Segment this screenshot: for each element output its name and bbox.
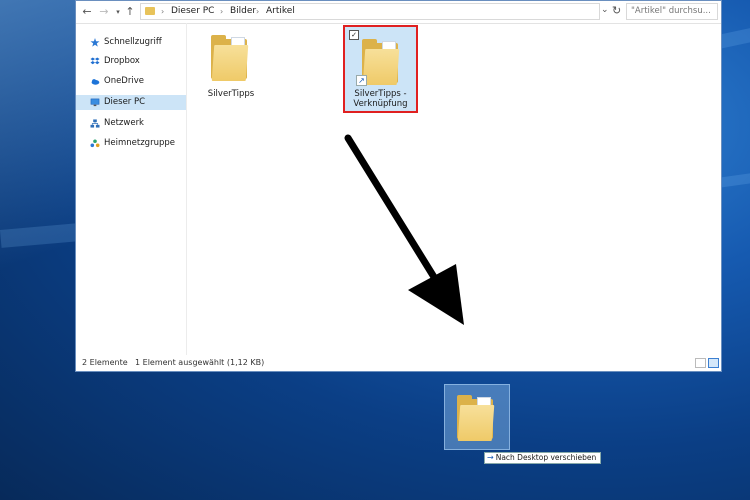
move-arrow-icon: → xyxy=(487,453,494,462)
breadcrumb-bilder[interactable]: Bilder xyxy=(230,4,256,19)
back-arrow-icon[interactable]: ← xyxy=(80,4,94,20)
address-bar: ← → ▾ ↑ › Dieser PC › Bilder › Artikel ⌄… xyxy=(76,1,721,24)
folder-icon xyxy=(211,33,251,83)
details-view-icon[interactable] xyxy=(695,358,706,368)
forward-arrow-icon[interactable]: → xyxy=(97,4,111,20)
annotation-arrow-icon xyxy=(344,134,464,325)
dropbox-icon xyxy=(90,57,100,65)
homegroup-icon xyxy=(90,139,100,148)
folder-icon xyxy=(145,7,155,15)
navigation-pane: Schnellzugriff Dropbox OneDrive Dieser P… xyxy=(76,23,187,355)
drag-preview xyxy=(444,384,510,450)
large-icons-view-icon[interactable] xyxy=(708,358,719,368)
breadcrumb-artikel[interactable]: Artikel xyxy=(266,4,295,19)
sidebar-item-onedrive[interactable]: OneDrive xyxy=(76,74,186,89)
file-name-line2: Verknüpfung xyxy=(353,99,408,109)
refresh-icon[interactable]: ↻ xyxy=(612,4,621,17)
item-checkbox[interactable]: ✓ xyxy=(349,30,359,40)
file-name: SilverTipps xyxy=(207,89,255,99)
folder-icon xyxy=(457,393,497,443)
network-icon xyxy=(90,119,100,128)
file-item-silvertipps[interactable]: SilverTipps xyxy=(201,31,261,101)
computer-icon xyxy=(90,98,100,107)
star-icon xyxy=(90,38,100,47)
sidebar-item-heimnetzgruppe[interactable]: Heimnetzgruppe xyxy=(76,136,186,151)
address-field[interactable]: › Dieser PC › Bilder › Artikel xyxy=(140,3,600,20)
folder-shortcut-icon xyxy=(362,37,402,87)
shortcut-arrow-icon: ↗ xyxy=(356,75,367,86)
sidebar-item-schnellzugriff[interactable]: Schnellzugriff xyxy=(76,35,186,50)
breadcrumb-dieser-pc[interactable]: Dieser PC xyxy=(171,4,214,19)
address-dropdown-icon[interactable]: ⌄ xyxy=(601,5,609,15)
status-bar: 2 Elemente 1 Element ausgewählt (1,12 KB… xyxy=(76,355,721,371)
cloud-icon xyxy=(91,79,100,85)
selection-info: 1 Element ausgewählt (1,12 KB) xyxy=(135,358,265,367)
drag-tooltip-text: Nach Desktop verschieben xyxy=(495,453,597,462)
sidebar-item-netzwerk[interactable]: Netzwerk xyxy=(76,116,186,131)
sidebar-item-dropbox[interactable]: Dropbox xyxy=(76,54,186,69)
file-item-silvertipps-verknuepfung[interactable]: ✓ ↗ SilverTipps - Verknüpfung xyxy=(343,25,418,113)
sidebar-item-dieser-pc[interactable]: Dieser PC xyxy=(76,95,186,110)
file-name-line1: SilverTipps - xyxy=(354,89,407,99)
up-arrow-icon[interactable]: ↑ xyxy=(123,4,137,20)
search-input[interactable]: "Artikel" durchsu... xyxy=(626,3,718,20)
drag-tooltip: → Nach Desktop verschieben xyxy=(484,452,602,464)
item-count: 2 Elemente xyxy=(82,358,128,367)
